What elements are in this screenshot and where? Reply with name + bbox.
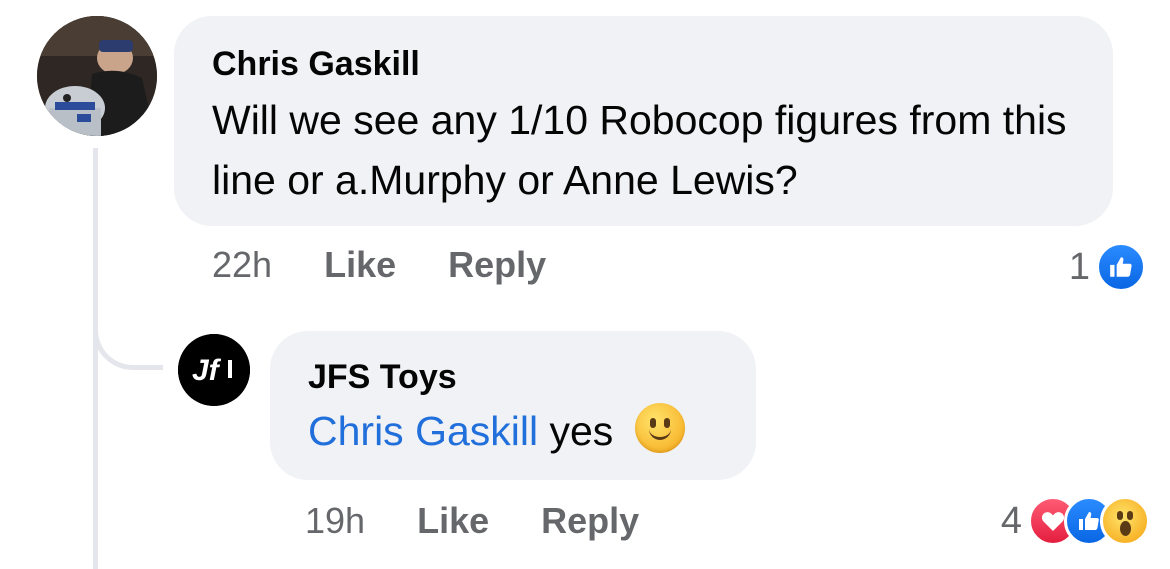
thread-line bbox=[93, 148, 98, 569]
like-button[interactable]: Like bbox=[417, 500, 489, 542]
reply-button[interactable]: Reply bbox=[541, 500, 639, 542]
wow-icon bbox=[1100, 496, 1150, 546]
reply-author[interactable]: JFS Toys bbox=[308, 357, 718, 397]
avatar-photo bbox=[37, 16, 157, 136]
reply-bubble: JFS Toys Chris Gaskill yes bbox=[270, 331, 756, 480]
reply-text-line: Chris Gaskill yes bbox=[308, 401, 718, 461]
reply-button[interactable]: Reply bbox=[448, 244, 546, 286]
mention-link[interactable]: Chris Gaskill bbox=[308, 408, 538, 454]
reply-actions: 19h Like Reply bbox=[305, 500, 691, 542]
reply-timestamp[interactable]: 19h bbox=[305, 500, 365, 542]
comment-reactions[interactable]: 1 bbox=[1069, 242, 1146, 292]
thread-branch-line bbox=[93, 300, 163, 370]
like-icon bbox=[1096, 242, 1146, 292]
comment-actions: 22h Like Reply bbox=[212, 244, 598, 286]
slightly-smiling-face-icon bbox=[634, 403, 685, 453]
svg-text:Jf: Jf bbox=[192, 354, 222, 387]
comment-timestamp[interactable]: 22h bbox=[212, 244, 272, 286]
jfs-toys-logo: Jf bbox=[178, 334, 250, 406]
avatar-jfs-toys[interactable]: Jf bbox=[178, 334, 250, 406]
reaction-count: 1 bbox=[1068, 245, 1090, 288]
reaction-count: 4 bbox=[1000, 499, 1022, 542]
comment-author[interactable]: Chris Gaskill bbox=[212, 44, 1075, 84]
comment-thread: Chris Gaskill Will we see any 1/10 Roboc… bbox=[0, 0, 1170, 569]
comment-text: Will we see any 1/10 Robocop figures fro… bbox=[212, 97, 1067, 203]
avatar-chris-gaskill[interactable] bbox=[37, 16, 157, 136]
reply-text: yes bbox=[549, 408, 614, 454]
comment-bubble: Chris Gaskill Will we see any 1/10 Roboc… bbox=[174, 16, 1113, 226]
like-button[interactable]: Like bbox=[324, 244, 396, 286]
reply-reactions[interactable]: 4 bbox=[1001, 496, 1150, 546]
